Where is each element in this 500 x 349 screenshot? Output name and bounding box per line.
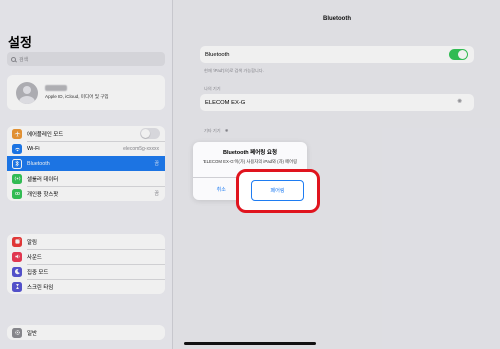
pair-button-highlight: 페어링: [236, 169, 320, 213]
alert-title: Bluetooth 페어링 요청: [222, 150, 278, 156]
pair-button[interactable]: 페어링: [251, 180, 304, 201]
home-indicator: [184, 342, 316, 345]
